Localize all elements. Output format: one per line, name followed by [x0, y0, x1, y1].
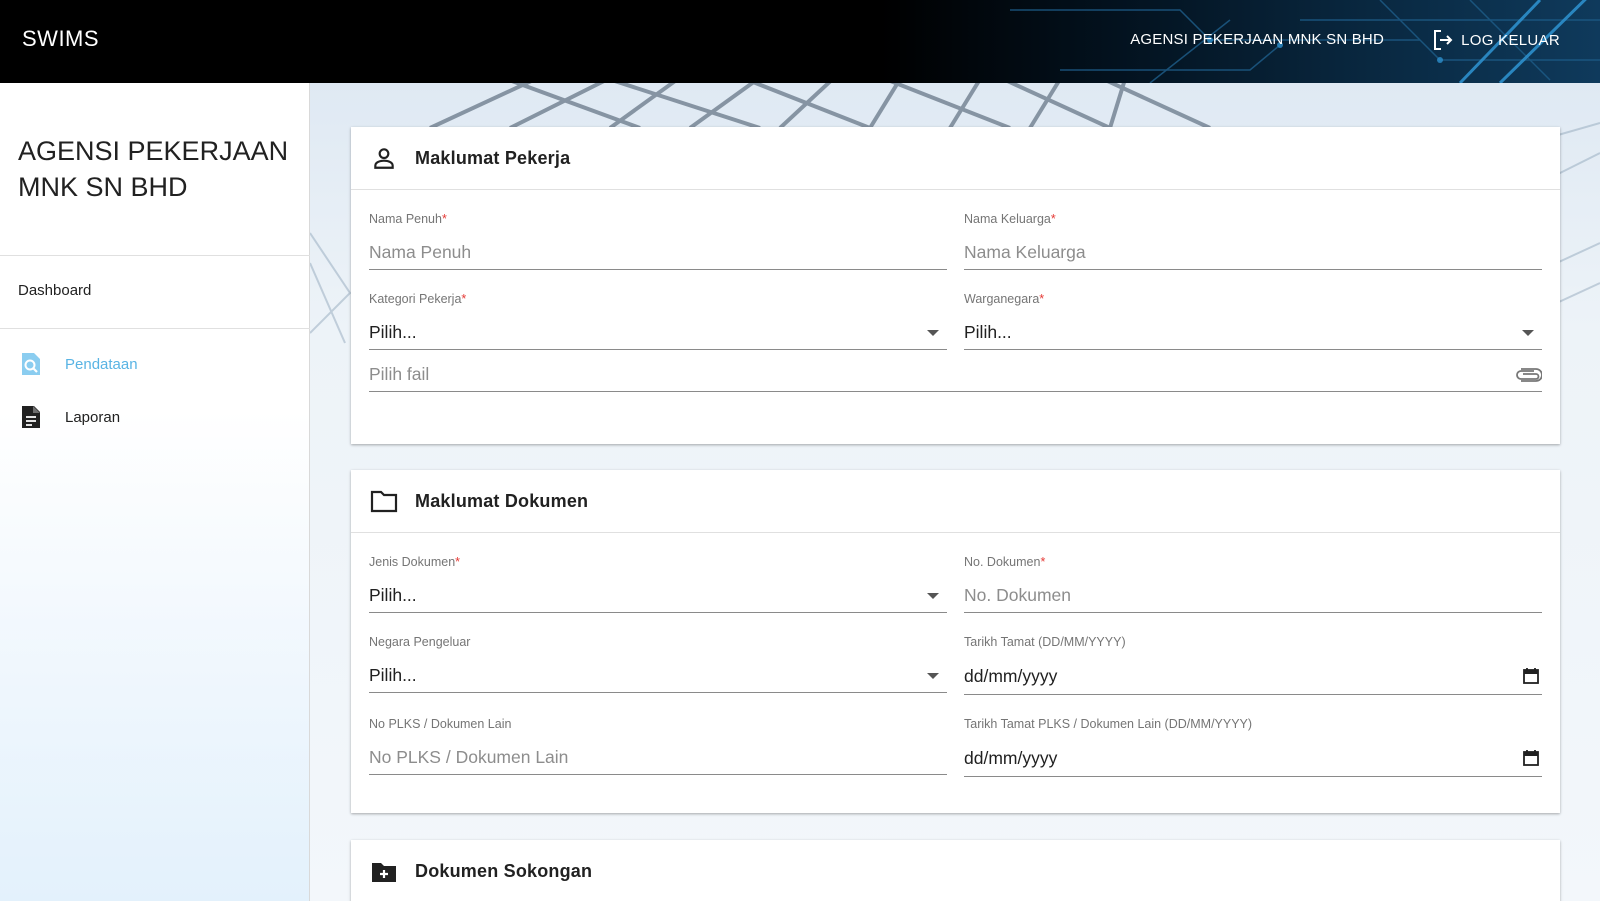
field-label: No. Dokumen*	[964, 555, 1046, 569]
agency-name: AGENSI PEKERJAAN MNK SN BHD	[1130, 31, 1384, 48]
plks-expiry-date-input[interactable]: dd/mm/yyyy	[964, 741, 1542, 777]
worker-category-field: Kategori Pekerja* Pilih...	[369, 292, 947, 350]
card-title: Dokumen Sokongan	[415, 861, 593, 881]
card-title: Maklumat Pekerja	[415, 147, 571, 168]
input-placeholder: Nama Penuh	[369, 242, 472, 262]
card-title: Maklumat Dokumen	[415, 490, 589, 511]
issuing-country-select[interactable]: Pilih...	[369, 659, 947, 693]
document-type-field: Jenis Dokumen* Pilih...	[369, 555, 947, 613]
plks-number-field: No PLKS / Dokumen Lain No PLKS / Dokumen…	[369, 717, 947, 775]
input-placeholder: No PLKS / Dokumen Lain	[369, 747, 569, 767]
calendar-icon[interactable]	[1522, 749, 1540, 772]
card-header: Maklumat Pekerja	[351, 127, 1560, 190]
card-header: Maklumat Dokumen	[351, 470, 1560, 533]
document-number-field: No. Dokumen* No. Dokumen	[964, 555, 1542, 613]
calendar-icon[interactable]	[1522, 667, 1540, 690]
select-value: Pilih...	[964, 322, 1012, 342]
date-value: dd/mm/yyyy	[964, 666, 1058, 686]
field-label: Jenis Dokumen*	[369, 555, 461, 569]
sidebar-item-pendataan[interactable]: Pendataan	[18, 349, 138, 379]
folder-add-icon	[369, 857, 399, 887]
select-value: Pilih...	[369, 585, 417, 605]
logout-label: LOG KELUAR	[1461, 31, 1560, 49]
field-label: Nama Keluarga*	[964, 212, 1056, 226]
dropdown-arrow-icon	[927, 673, 939, 679]
date-value: dd/mm/yyyy	[964, 748, 1058, 768]
dropdown-arrow-icon	[927, 593, 939, 599]
field-label: Tarikh Tamat PLKS / Dokumen Lain (DD/MM/…	[964, 717, 1253, 731]
document-number-input[interactable]: No. Dokumen	[964, 579, 1542, 613]
field-label: Tarikh Tamat (DD/MM/YYYY)	[964, 635, 1126, 649]
select-value: Pilih...	[369, 665, 417, 685]
document-icon	[18, 404, 44, 430]
file-picker-input[interactable]: Pilih fail	[369, 358, 1543, 392]
card-header: Dokumen Sokongan	[351, 840, 1560, 901]
field-label: No PLKS / Dokumen Lain	[369, 717, 512, 731]
person-icon	[369, 143, 399, 173]
sidebar-divider	[0, 255, 310, 256]
sidebar-item-laporan[interactable]: Laporan	[18, 402, 120, 432]
family-name-field: Nama Keluarga* Nama Keluarga	[964, 212, 1542, 270]
plks-expiry-date-field: Tarikh Tamat PLKS / Dokumen Lain (DD/MM/…	[964, 717, 1542, 777]
input-placeholder: Pilih fail	[369, 364, 430, 384]
expiry-date-input[interactable]: dd/mm/yyyy	[964, 659, 1542, 695]
sidebar: AGENSI PEKERJAAN MNK SN BHD Dashboard Pe…	[0, 83, 310, 901]
sidebar-divider	[0, 328, 310, 329]
citizenship-field: Warganegara* Pilih...	[964, 292, 1542, 350]
field-label: Kategori Pekerja*	[369, 292, 467, 306]
document-type-select[interactable]: Pilih...	[369, 579, 947, 613]
app-brand[interactable]: SWIMS	[22, 26, 99, 52]
worker-category-select[interactable]: Pilih...	[369, 316, 947, 350]
expiry-date-field: Tarikh Tamat (DD/MM/YYYY) dd/mm/yyyy	[964, 635, 1542, 695]
issuing-country-field: Negara Pengeluar Pilih...	[369, 635, 947, 693]
input-placeholder: Nama Keluarga	[964, 242, 1086, 262]
folder-icon	[369, 486, 399, 516]
sidebar-item-label: Pendataan	[65, 355, 138, 373]
select-value: Pilih...	[369, 322, 417, 342]
field-label: Negara Pengeluar	[369, 635, 471, 649]
sidebar-item-label: Laporan	[65, 408, 121, 426]
worker-info-card: Maklumat Pekerja Nama Penuh* Nama Penuh …	[351, 127, 1560, 444]
logout-icon	[1434, 30, 1453, 50]
document-info-card: Maklumat Dokumen Jenis Dokumen* Pilih...…	[351, 470, 1560, 813]
field-label: Nama Penuh*	[369, 212, 447, 226]
plks-number-input[interactable]: No PLKS / Dokumen Lain	[369, 741, 947, 775]
sidebar-agency-name: AGENSI PEKERJAAN MNK SN BHD	[18, 136, 289, 202]
sidebar-item-dashboard[interactable]: Dashboard	[18, 282, 91, 299]
dropdown-arrow-icon	[927, 330, 939, 336]
paperclip-icon[interactable]	[1514, 366, 1543, 389]
dropdown-arrow-icon	[1522, 330, 1534, 336]
search-document-icon	[18, 351, 44, 377]
top-app-bar: SWIMS AGENSI PEKERJAAN MNK SN BHD LOG KE…	[0, 0, 1600, 83]
full-name-field: Nama Penuh* Nama Penuh	[369, 212, 947, 270]
field-label: Warganegara*	[964, 292, 1045, 306]
logout-button[interactable]: LOG KELUAR	[1431, 27, 1560, 53]
full-name-input[interactable]: Nama Penuh	[369, 236, 947, 270]
file-field: Pilih fail	[369, 358, 1543, 392]
supporting-documents-card: Dokumen Sokongan	[351, 840, 1560, 901]
input-placeholder: No. Dokumen	[964, 585, 1071, 605]
citizenship-select[interactable]: Pilih...	[964, 316, 1542, 350]
family-name-input[interactable]: Nama Keluarga	[964, 236, 1542, 270]
